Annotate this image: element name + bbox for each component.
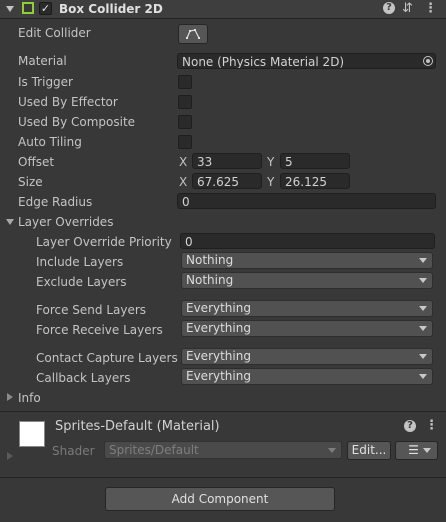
object-picker-icon[interactable]	[423, 56, 433, 66]
context-menu-icon[interactable]: ⋮	[424, 0, 437, 18]
force-receive-layers-value: Everything	[186, 321, 251, 335]
chevron-down-icon	[328, 448, 336, 453]
layer-overrides-foldout-icon[interactable]	[6, 219, 14, 225]
chevron-down-icon	[419, 374, 427, 379]
contact-capture-layers-label: Contact Capture Layers	[36, 351, 178, 365]
material-preview-swatch	[19, 421, 45, 447]
layer-overrides-label[interactable]: Layer Overrides	[18, 214, 113, 230]
offset-label: Offset	[18, 155, 55, 169]
include-layers-dropdown[interactable]: Nothing	[181, 252, 433, 269]
force-send-layers-dropdown[interactable]: Everything	[181, 300, 433, 317]
exclude-layers-dropdown[interactable]: Nothing	[181, 272, 433, 289]
size-x-axis-label: X	[179, 175, 188, 189]
info-label[interactable]: Info	[18, 390, 41, 406]
list-icon: ☰	[408, 443, 419, 457]
used-by-effector-checkbox[interactable]	[178, 95, 192, 109]
exclude-layers-value: Nothing	[186, 273, 234, 287]
edit-collider-label: Edit Collider	[18, 26, 91, 40]
size-x-field[interactable]: 67.625	[192, 173, 262, 189]
shader-list-button[interactable]: ☰	[395, 441, 438, 460]
chevron-down-icon	[423, 448, 431, 453]
force-send-layers-value: Everything	[186, 301, 251, 315]
chevron-down-icon	[419, 306, 427, 311]
callback-layers-value: Everything	[186, 369, 251, 383]
offset-y-axis-label: Y	[267, 155, 275, 169]
is-trigger-label: Is Trigger	[18, 75, 73, 89]
box-collider-icon	[22, 2, 34, 14]
used-by-composite-checkbox[interactable]	[178, 115, 192, 129]
component-title: Box Collider 2D	[59, 2, 163, 16]
layer-override-priority-label: Layer Override Priority	[36, 235, 172, 249]
shader-edit-label: Edit...	[351, 443, 387, 457]
auto-tiling-checkbox[interactable]	[178, 135, 192, 149]
size-label: Size	[18, 175, 43, 189]
shader-label: Shader	[52, 444, 95, 458]
chevron-down-icon	[419, 278, 427, 283]
component-foldout-icon[interactable]	[6, 6, 14, 12]
offset-x-axis-label: X	[179, 155, 188, 169]
add-component-button[interactable]: Add Component	[105, 487, 335, 511]
chevron-down-icon	[419, 354, 427, 359]
layer-override-priority-field[interactable]: 0	[180, 233, 435, 249]
force-send-layers-label: Force Send Layers	[36, 303, 147, 317]
callback-layers-label: Callback Layers	[36, 371, 131, 385]
edge-radius-field[interactable]: 0	[177, 193, 436, 209]
used-by-effector-label: Used By Effector	[18, 95, 118, 109]
separator	[0, 411, 446, 412]
offset-x-field[interactable]: 33	[192, 153, 262, 169]
auto-tiling-label: Auto Tiling	[18, 135, 82, 149]
shader-value: Sprites/Default	[109, 443, 199, 457]
is-trigger-checkbox[interactable]	[178, 75, 192, 89]
info-foldout-icon[interactable]	[7, 393, 13, 401]
separator	[0, 477, 446, 478]
material-panel-title: Sprites-Default (Material)	[55, 419, 220, 434]
callback-layers-dropdown[interactable]: Everything	[181, 368, 433, 385]
force-receive-layers-label: Force Receive Layers	[36, 323, 163, 337]
force-receive-layers-dropdown[interactable]: Everything	[181, 320, 433, 337]
add-component-label: Add Component	[171, 492, 269, 506]
contact-capture-layers-value: Everything	[186, 349, 251, 363]
offset-y-field[interactable]: 5	[280, 153, 350, 169]
exclude-layers-label: Exclude Layers	[36, 275, 127, 289]
include-layers-label: Include Layers	[36, 255, 124, 269]
edit-collider-icon	[186, 29, 200, 39]
material-field[interactable]: None (Physics Material 2D)	[177, 53, 436, 69]
edit-collider-button[interactable]	[178, 24, 208, 44]
shader-dropdown[interactable]: Sprites/Default	[104, 441, 342, 459]
include-layers-value: Nothing	[186, 253, 234, 267]
contact-capture-layers-dropdown[interactable]: Everything	[181, 348, 433, 365]
enabled-checkbox[interactable]: ✓	[39, 2, 52, 15]
material-context-menu-icon[interactable]: ⋮	[425, 418, 438, 434]
material-foldout-icon[interactable]	[7, 452, 13, 460]
size-y-field[interactable]: 26.125	[280, 173, 350, 189]
size-y-axis-label: Y	[267, 175, 275, 189]
edge-radius-label: Edge Radius	[18, 195, 93, 209]
help-icon[interactable]: ?	[383, 2, 395, 14]
shader-edit-button[interactable]: Edit...	[347, 441, 391, 460]
chevron-down-icon	[419, 326, 427, 331]
preset-icon[interactable]: ⇵	[402, 0, 413, 18]
used-by-composite-label: Used By Composite	[18, 115, 136, 129]
material-value: None (Physics Material 2D)	[182, 55, 345, 69]
chevron-down-icon	[419, 258, 427, 263]
material-label: Material	[18, 54, 67, 68]
material-help-icon[interactable]: ?	[404, 420, 416, 432]
